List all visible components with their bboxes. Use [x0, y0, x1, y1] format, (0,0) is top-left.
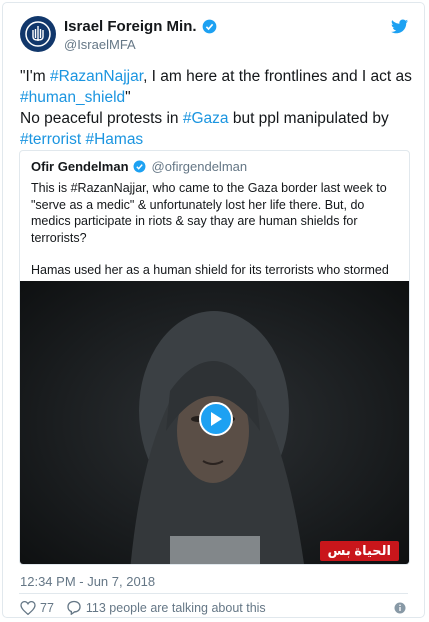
- hashtag-hamas[interactable]: #Hamas: [85, 131, 143, 148]
- israel-emblem-icon: [25, 21, 51, 47]
- info-icon[interactable]: [394, 602, 406, 614]
- like-action[interactable]: 77: [20, 600, 54, 615]
- quoted-author-name[interactable]: Ofir Gendelman: [31, 159, 129, 174]
- heart-icon: [20, 600, 36, 615]
- hashtag-gaza[interactable]: #Gaza: [183, 110, 229, 127]
- reply-icon: [67, 600, 81, 615]
- account-handle[interactable]: @IsraelMFA: [64, 37, 136, 52]
- account-name[interactable]: Israel Foreign Min.: [64, 18, 197, 35]
- verified-icon: [133, 160, 145, 173]
- hashtag-razannajjar[interactable]: #RazanNajjar: [50, 68, 143, 85]
- tweet-text-span: ": [125, 89, 131, 106]
- tweet-actions: 77 113 people are talking about this: [20, 600, 278, 615]
- quoted-paragraph-1: This is #RazanNajjar, who came to the Ga…: [31, 181, 387, 245]
- embedded-tweet-card: Israel Foreign Min. @IsraelMFA "I'm #Raz…: [2, 2, 425, 618]
- divider: [19, 593, 408, 594]
- quoted-text: This is #RazanNajjar, who came to the Ga…: [31, 180, 401, 295]
- twitter-bird-icon[interactable]: [391, 19, 408, 34]
- hashtag-terrorist[interactable]: #terrorist: [20, 131, 81, 148]
- tweet-text-span: No peaceful protests in: [20, 110, 183, 127]
- like-count: 77: [40, 600, 54, 615]
- tweet-text: "I'm #RazanNajjar, I am here at the fron…: [20, 66, 415, 150]
- play-icon: [211, 412, 222, 426]
- video-player[interactable]: الحياة بس: [20, 281, 409, 564]
- tweet-timestamp[interactable]: 12:34 PM - Jun 7, 2018: [20, 574, 155, 589]
- avatar[interactable]: [20, 16, 56, 52]
- verified-icon: [202, 19, 216, 34]
- quoted-tweet[interactable]: Ofir Gendelman @ofirgendelman This is #R…: [19, 150, 410, 565]
- tweet-text-span: , I am here at the frontlines and I act …: [143, 68, 412, 85]
- broadcaster-logo: الحياة بس: [319, 541, 399, 561]
- quoted-author-handle[interactable]: @ofirgendelman: [152, 159, 248, 174]
- tweet-text-span: "I'm: [20, 68, 50, 85]
- hashtag-human-shield[interactable]: #human_shield: [20, 89, 125, 106]
- talking-count: 113 people are talking about this: [85, 600, 266, 615]
- tweet-text-span: but ppl manipulated by: [228, 110, 389, 127]
- reply-action[interactable]: 113 people are talking about this: [66, 600, 266, 615]
- play-button[interactable]: [199, 402, 233, 436]
